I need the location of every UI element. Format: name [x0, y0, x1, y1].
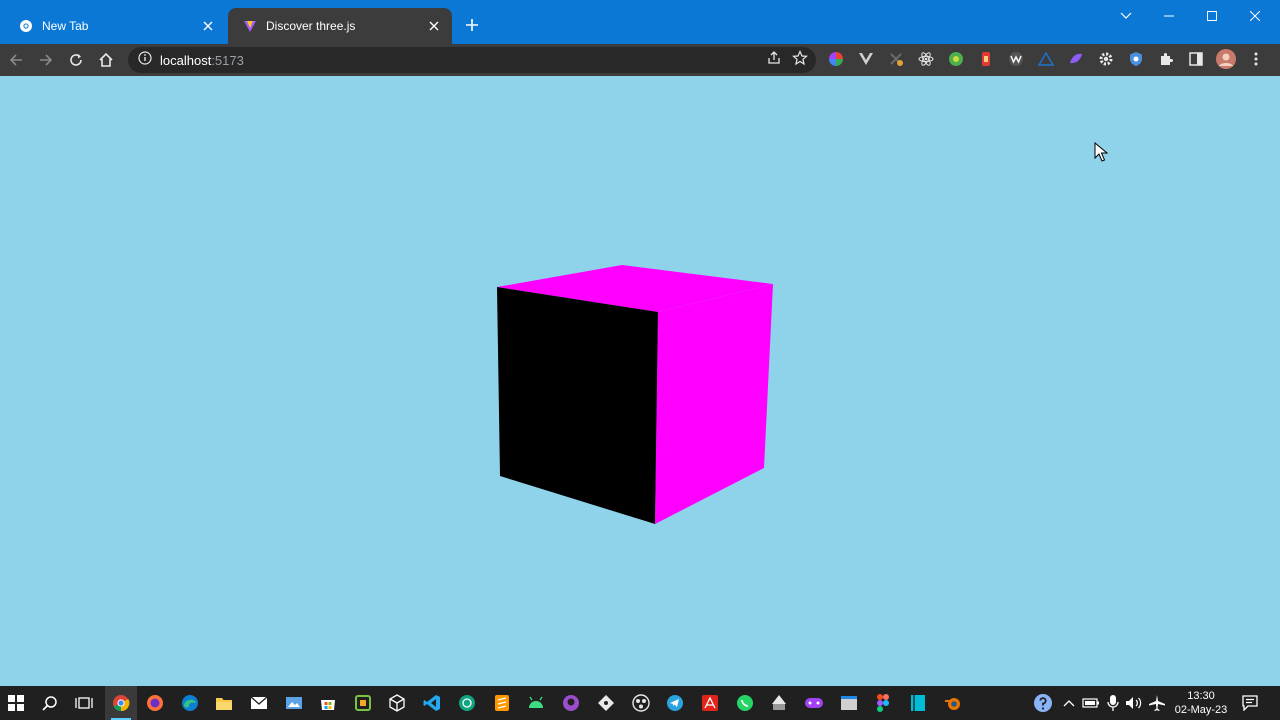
share-icon[interactable] [766, 50, 782, 71]
acrobat-taskbar-icon[interactable] [698, 691, 722, 715]
url-port: :5173 [211, 52, 244, 68]
info-icon[interactable] [138, 50, 152, 70]
side-panel-icon[interactable] [1186, 49, 1206, 69]
forward-button[interactable] [34, 48, 58, 72]
back-button[interactable] [4, 48, 28, 72]
tab-strip: New Tab Discover three.js [0, 0, 1280, 44]
inkscape-taskbar-icon[interactable] [767, 691, 791, 715]
close-tab-icon[interactable] [426, 18, 442, 34]
profile-avatar[interactable] [1216, 49, 1236, 69]
bookmark-star-icon[interactable] [791, 50, 809, 71]
vite-icon [242, 18, 258, 34]
task-view-icon[interactable] [72, 691, 96, 715]
github-taskbar-icon[interactable] [559, 691, 583, 715]
game-controller-taskbar-icon[interactable] [802, 691, 826, 715]
whatsapp-taskbar-icon[interactable] [733, 691, 757, 715]
firefox-taskbar-icon[interactable] [143, 691, 167, 715]
notification-center-icon[interactable] [1238, 691, 1262, 715]
chrome-icon [18, 18, 34, 34]
threejs-scene-canvas[interactable] [0, 76, 1280, 686]
more-menu-icon[interactable] [1246, 49, 1266, 69]
tab-new-tab[interactable]: New Tab [4, 8, 226, 44]
minimize-button[interactable] [1149, 4, 1189, 28]
git-taskbar-icon[interactable] [594, 691, 618, 715]
windows-taskbar: 13:30 02-May-23 [0, 686, 1280, 720]
cube-right-face [655, 284, 773, 524]
window-app-taskbar-icon[interactable] [837, 691, 861, 715]
mouse-cursor-icon [1094, 141, 1109, 167]
gear-extension-icon[interactable] [1096, 49, 1116, 69]
volume-icon[interactable] [1122, 691, 1146, 715]
extensions-puzzle-icon[interactable] [1156, 49, 1176, 69]
chrome-taskbar-icon[interactable] [109, 691, 133, 715]
vue-devtools-extension-icon[interactable] [856, 49, 876, 69]
red-extension-icon[interactable] [976, 49, 996, 69]
shield-extension-icon[interactable] [1126, 49, 1146, 69]
green-extension-icon[interactable] [946, 49, 966, 69]
file-explorer-taskbar-icon[interactable] [212, 691, 236, 715]
purple-extension-icon[interactable] [1066, 49, 1086, 69]
triangle-extension-icon[interactable] [1036, 49, 1056, 69]
reload-button[interactable] [64, 48, 88, 72]
close-window-button[interactable] [1235, 4, 1275, 28]
greenshot-taskbar-icon[interactable] [351, 691, 375, 715]
cube-front-face [497, 287, 658, 524]
browser-toolbar: localhost:5173 [0, 44, 1280, 76]
windows-start-icon[interactable] [4, 691, 28, 715]
extensions-row [826, 49, 1266, 69]
obs-taskbar-icon[interactable] [629, 691, 653, 715]
search-icon[interactable] [38, 691, 62, 715]
tab-title: Discover three.js [266, 19, 356, 33]
url-host: localhost [160, 52, 212, 68]
airplane-mode-icon[interactable] [1145, 691, 1169, 715]
battery-icon[interactable] [1079, 691, 1103, 715]
new-tab-button[interactable] [462, 15, 482, 35]
close-tab-icon[interactable] [200, 18, 216, 34]
extension-icon[interactable] [886, 49, 906, 69]
blender-taskbar-icon[interactable] [941, 691, 965, 715]
help-icon[interactable] [1031, 691, 1055, 715]
mail-taskbar-icon[interactable] [247, 691, 271, 715]
tab-discover-threejs[interactable]: Discover three.js [228, 8, 452, 44]
notes-taskbar-icon[interactable] [906, 691, 930, 715]
home-button[interactable] [94, 48, 118, 72]
address-bar[interactable]: localhost:5173 [128, 47, 816, 73]
cube-app-taskbar-icon[interactable] [385, 691, 409, 715]
react-devtools-extension-icon[interactable] [916, 49, 936, 69]
store-taskbar-icon[interactable] [316, 691, 340, 715]
clock-time: 13:30 [1187, 690, 1215, 702]
tab-search-button[interactable] [1106, 4, 1146, 28]
telegram-taskbar-icon[interactable] [663, 691, 687, 715]
tab-title: New Tab [42, 19, 89, 33]
w-extension-icon[interactable] [1006, 49, 1026, 69]
vscode-taskbar-icon[interactable] [420, 691, 444, 715]
android-studio-taskbar-icon[interactable] [524, 691, 548, 715]
sublime-taskbar-icon[interactable] [490, 691, 514, 715]
chatgpt-taskbar-icon[interactable] [455, 691, 479, 715]
maximize-button[interactable] [1192, 4, 1232, 28]
color-picker-extension-icon[interactable] [826, 49, 846, 69]
photos-taskbar-icon[interactable] [282, 691, 306, 715]
clock-date: 02-May-23 [1174, 704, 1228, 716]
edge-taskbar-icon[interactable] [178, 691, 202, 715]
taskbar-clock[interactable]: 13:30 02-May-23 [1168, 689, 1234, 717]
chevron-up-icon[interactable] [1057, 691, 1081, 715]
cube-render [497, 265, 773, 524]
figma-taskbar-icon[interactable] [871, 691, 895, 715]
